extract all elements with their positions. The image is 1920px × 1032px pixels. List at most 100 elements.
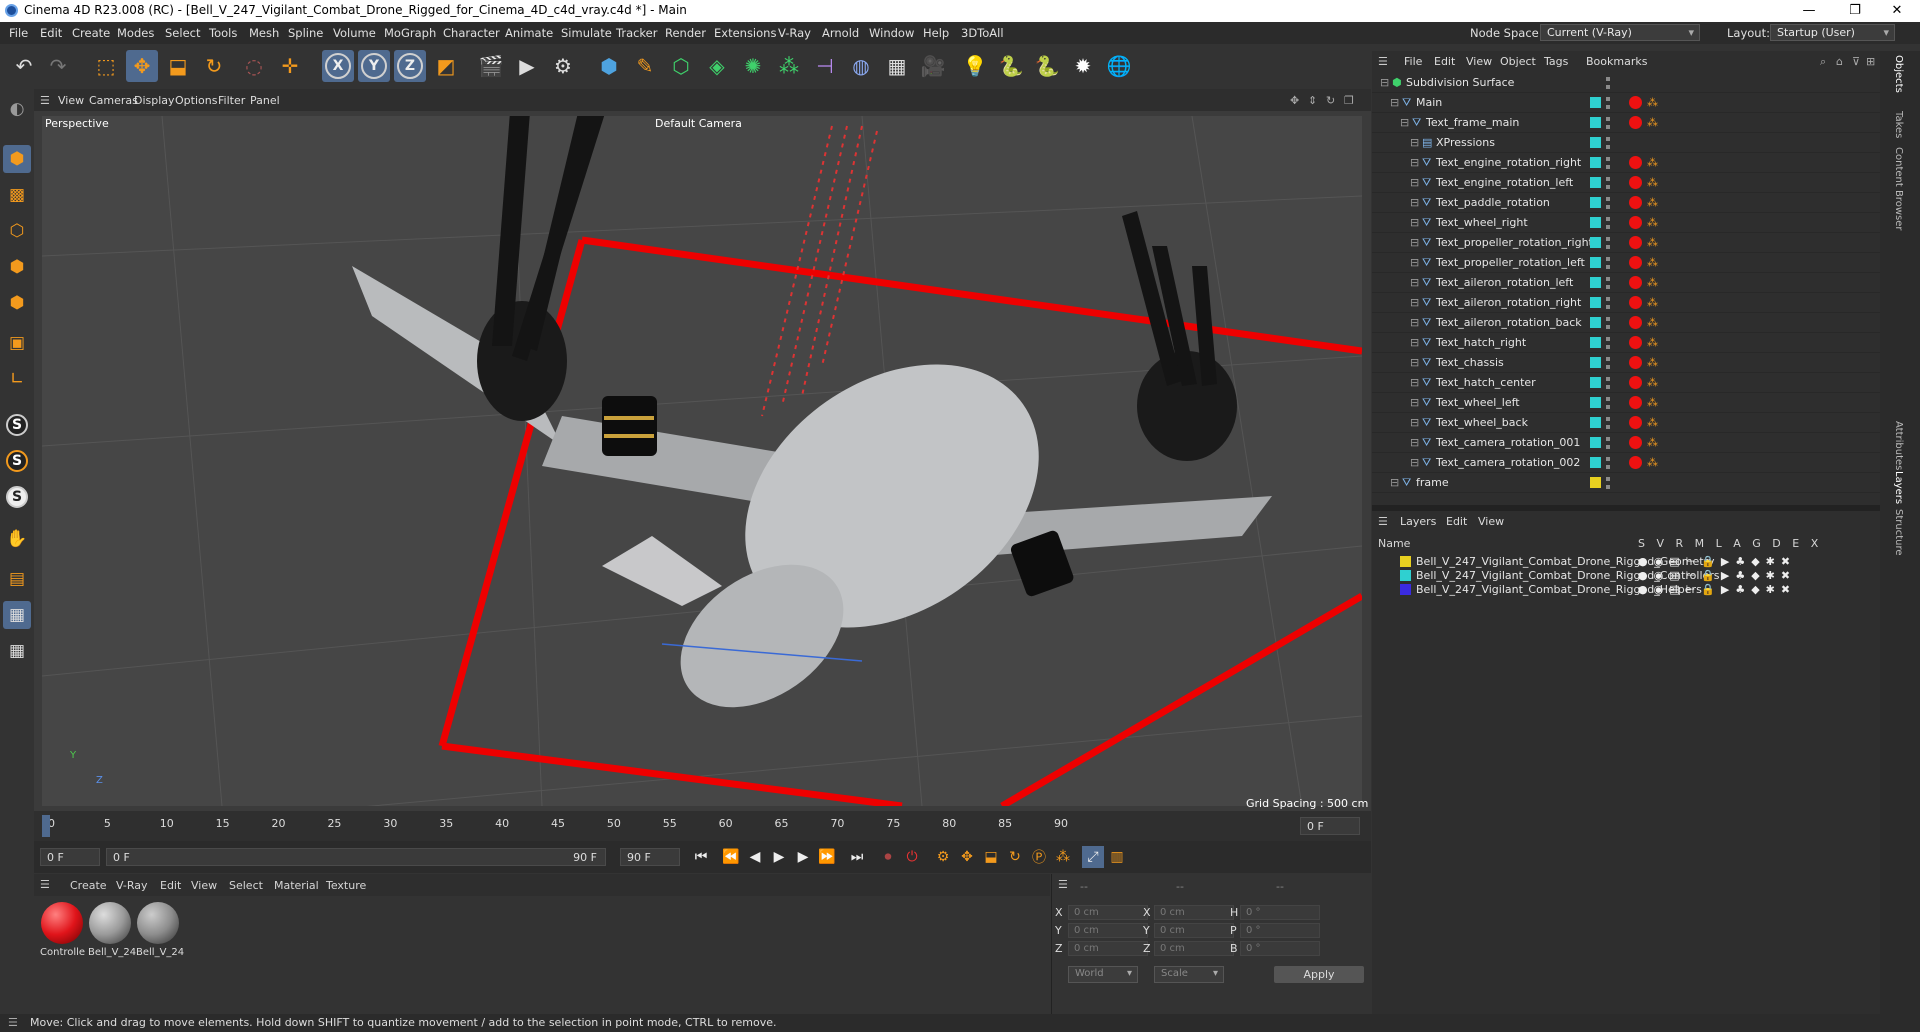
menu-character[interactable]: Character [443, 26, 500, 40]
visibility-dots-icon[interactable] [1606, 477, 1610, 489]
object-row[interactable]: ⊟ ⛛ Text_wheel_left ⁂ [1372, 393, 1880, 413]
layer-color-swatch[interactable] [1590, 357, 1601, 368]
next-key-icon[interactable]: ⏩ [816, 846, 838, 868]
visibility-dots-icon[interactable] [1606, 317, 1610, 329]
material-tag-icon[interactable] [1629, 436, 1642, 449]
material-tag-icon[interactable] [1629, 176, 1642, 189]
go-to-end-icon[interactable]: ⏭ [846, 846, 868, 868]
object-menu-edit[interactable]: Edit [1434, 55, 1455, 68]
material-menu-view[interactable]: View [191, 879, 217, 892]
mograph-icon[interactable]: ⁂ [773, 50, 805, 82]
tree-expand-icon[interactable]: ⊟ [1410, 196, 1419, 209]
visibility-dots-icon[interactable] [1606, 417, 1610, 429]
tree-expand-icon[interactable]: ⊟ [1410, 396, 1419, 409]
menu-help[interactable]: Help [923, 26, 949, 40]
tree-expand-icon[interactable]: ⊟ [1410, 316, 1419, 329]
layer-color-swatch[interactable] [1590, 117, 1601, 128]
tree-expand-icon[interactable]: ⊟ [1390, 476, 1399, 489]
xpresso-tag-icon[interactable]: ⁂ [1647, 356, 1658, 369]
object-row[interactable]: ⊟ ⛛ Text_aileron_rotation_left ⁂ [1372, 273, 1880, 293]
object-menu-file[interactable]: File [1404, 55, 1422, 68]
object-row[interactable]: ⊟ ⛛ Text_frame_main ⁂ [1372, 113, 1880, 133]
python-generator-icon[interactable]: 🐍 [1031, 50, 1063, 82]
node-space-dropdown[interactable]: Current (V-Ray) [1540, 24, 1700, 41]
material-menu-vray[interactable]: V-Ray [116, 879, 148, 892]
move-tool-icon[interactable]: ✥ [126, 50, 158, 82]
material-tag-icon[interactable] [1629, 376, 1642, 389]
visibility-dots-icon[interactable] [1606, 237, 1610, 249]
material-menu-select[interactable]: Select [229, 879, 263, 892]
menu-arnold[interactable]: Arnold [822, 26, 859, 40]
material-hamburger-icon[interactable]: ☰ [40, 878, 50, 891]
layer-color-swatch[interactable] [1590, 137, 1601, 148]
viewport-menu-filter[interactable]: Filter [218, 94, 245, 107]
xpresso-tag-icon[interactable]: ⁂ [1647, 216, 1658, 229]
coordinate-space-dropdown[interactable]: World [1068, 966, 1138, 983]
side-tab-structure[interactable]: Structure [1893, 509, 1904, 556]
z-axis-lock[interactable]: Z [394, 50, 426, 82]
apply-button[interactable]: Apply [1274, 966, 1364, 983]
layer-color-swatch[interactable] [1590, 257, 1601, 268]
menu-render[interactable]: Render [665, 26, 706, 40]
tree-expand-icon[interactable]: ⊟ [1400, 116, 1409, 129]
viewport-maximize-icon[interactable]: ❐ [1344, 94, 1354, 107]
xpresso-tag-icon[interactable]: ⁂ [1647, 336, 1658, 349]
layer-menu-layers[interactable]: Layers [1400, 515, 1436, 528]
object-row[interactable]: ⊟ ⛛ Text_paddle_rotation ⁂ [1372, 193, 1880, 213]
tree-expand-icon[interactable]: ⊟ [1410, 256, 1419, 269]
visibility-dots-icon[interactable] [1606, 377, 1610, 389]
previous-key-icon[interactable]: ⏪ [720, 846, 742, 868]
x-axis-lock[interactable]: X [322, 50, 354, 82]
object-hamburger-icon[interactable]: ☰ [1378, 55, 1388, 68]
current-frame-field[interactable]: 0 F [1300, 817, 1360, 835]
layer-flags-icon[interactable]: ●◉▤⊢🔒▶♣◆✱✖ [1638, 583, 1796, 596]
material-tag-icon[interactable] [1629, 216, 1642, 229]
layer-color-swatch[interactable] [1590, 277, 1601, 288]
tree-expand-icon[interactable]: ⊟ [1410, 376, 1419, 389]
pos-x-field[interactable]: 0 cm [1068, 905, 1148, 920]
dope-sheet-icon[interactable]: ▥ [1106, 846, 1128, 868]
material-item[interactable]: Controlle [40, 902, 85, 958]
object-search-icon[interactable]: ⌕ [1820, 55, 1826, 69]
tree-expand-icon[interactable]: ⊟ [1410, 156, 1419, 169]
coords-hamburger-icon[interactable]: ☰ [1058, 878, 1068, 891]
layer-row[interactable]: Bell_V_247_Vigilant_Combat_Drone_Rigged_… [1372, 581, 1880, 598]
visibility-dots-icon[interactable] [1606, 157, 1610, 169]
size-z-field[interactable]: 0 cm [1154, 941, 1234, 956]
layout-dropdown[interactable]: Startup (User) [1770, 24, 1895, 41]
timeline-window-icon[interactable]: ⤢ [1082, 846, 1104, 868]
snap-settings[interactable]: S [3, 447, 31, 475]
status-hamburger-icon[interactable]: ☰ [8, 1016, 18, 1029]
viewport-menu-options[interactable]: Options [175, 94, 217, 107]
tree-expand-icon[interactable]: ⊟ [1410, 416, 1419, 429]
menu-vray[interactable]: V-Ray [778, 26, 811, 40]
visibility-dots-icon[interactable] [1606, 297, 1610, 309]
xpresso-tag-icon[interactable]: ⁂ [1647, 456, 1658, 469]
rotate-tool-icon[interactable]: ↻ [198, 50, 230, 82]
viewport-menu-view[interactable]: View [58, 94, 84, 107]
position-key-icon[interactable]: ✥ [956, 846, 978, 868]
uv-mode-icon[interactable]: ▣ [3, 329, 31, 357]
size-x-field[interactable]: 0 cm [1154, 905, 1234, 920]
layer-color-swatch[interactable] [1590, 317, 1601, 328]
next-frame-icon[interactable]: ▶ [792, 846, 814, 868]
side-tab-objects[interactable]: Objects [1893, 55, 1904, 93]
rot-h-field[interactable]: 0 ° [1240, 905, 1320, 920]
visibility-dots-icon[interactable] [1606, 437, 1610, 449]
object-row[interactable]: ⊟ ⛛ Text_hatch_center ⁂ [1372, 373, 1880, 393]
quantize-icon[interactable]: ✋ [3, 525, 31, 553]
vray-globe-icon[interactable]: 🌐 [1103, 50, 1135, 82]
xpresso-tag-icon[interactable]: ⁂ [1647, 276, 1658, 289]
pos-z-field[interactable]: 0 cm [1068, 941, 1148, 956]
xpresso-tag-icon[interactable]: ⁂ [1647, 176, 1658, 189]
xpresso-tag-icon[interactable]: ⁂ [1647, 396, 1658, 409]
timeline-ruler[interactable]: 0 5 10 15 20 25 30 35 40 45 50 55 60 65 70 75 80 85 90 0 F [34, 811, 1371, 841]
xpresso-tag-icon[interactable]: ⁂ [1647, 436, 1658, 449]
xpresso-tag-icon[interactable]: ⁂ [1647, 376, 1658, 389]
tree-expand-icon[interactable]: ⊟ [1410, 336, 1419, 349]
material-tag-icon[interactable] [1629, 336, 1642, 349]
object-menu-object[interactable]: Object [1500, 55, 1536, 68]
cloner-icon[interactable]: ✺ [737, 50, 769, 82]
tree-expand-icon[interactable]: ⊟ [1410, 176, 1419, 189]
layer-color-swatch[interactable] [1400, 556, 1411, 567]
